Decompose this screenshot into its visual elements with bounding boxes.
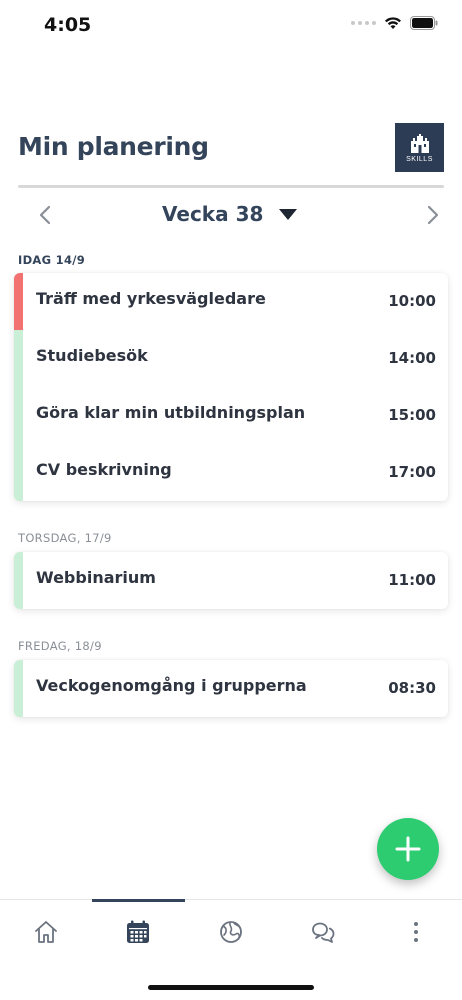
week-dropdown-button[interactable]: [278, 208, 298, 222]
event-title: Göra klar min utbildningsplan: [36, 403, 306, 422]
next-week-button[interactable]: [420, 202, 444, 228]
globe-icon: [220, 921, 242, 943]
more-icon: [414, 922, 418, 942]
event-row[interactable]: Träff med yrkesvägledare 10:00: [14, 273, 448, 330]
event-row[interactable]: Webbinarium 11:00: [14, 552, 448, 609]
calendar-icon: [127, 920, 149, 943]
status-icons: [351, 16, 438, 30]
event-status-stripe: [14, 273, 23, 330]
home-indicator: [148, 985, 314, 990]
tab-home[interactable]: [26, 914, 66, 950]
day-card-thursday: Webbinarium 11:00: [14, 552, 448, 609]
event-row[interactable]: CV beskrivning 17:00: [14, 444, 448, 501]
event-time: 17:00: [388, 463, 436, 481]
castle-icon: [410, 134, 429, 153]
tab-calendar[interactable]: [118, 914, 158, 950]
tab-chat[interactable]: [303, 914, 343, 950]
chat-icon: [312, 922, 335, 943]
caret-down-icon: [279, 209, 297, 220]
event-time: 14:00: [388, 349, 436, 367]
week-label[interactable]: Vecka 38: [162, 202, 263, 226]
chevron-right-icon: [427, 205, 439, 225]
battery-icon: [410, 16, 438, 30]
day-card-today: Träff med yrkesvägledare 10:00 Studiebes…: [14, 273, 448, 501]
signal-icon: [351, 21, 376, 25]
day-heading-thursday: TORSDAG, 17/9: [18, 531, 112, 545]
wifi-icon: [385, 17, 401, 29]
week-navigation: Vecka 38: [0, 196, 462, 234]
active-tab-indicator: [92, 899, 185, 902]
event-status-stripe: [14, 444, 23, 501]
event-row[interactable]: Veckogenomgång i grupperna 08:30: [14, 660, 448, 717]
logo-text: SKILLS: [406, 156, 433, 163]
event-time: 08:30: [388, 679, 436, 697]
event-time: 10:00: [388, 292, 436, 310]
event-time: 15:00: [388, 406, 436, 424]
event-time: 11:00: [388, 571, 436, 589]
plus-icon: [395, 836, 421, 862]
tab-globe[interactable]: [211, 914, 251, 950]
skills-logo: SKILLS: [395, 123, 444, 172]
day-card-friday: Veckogenomgång i grupperna 08:30: [14, 660, 448, 717]
header-divider: [18, 185, 444, 188]
day-heading-friday: FREDAG, 18/9: [18, 639, 102, 653]
event-status-stripe: [14, 660, 23, 717]
day-heading-today: IDAG 14/9: [18, 253, 86, 267]
status-bar: 4:05: [0, 0, 462, 50]
add-event-button[interactable]: [377, 818, 439, 880]
chevron-left-icon: [39, 205, 51, 225]
event-title: Webbinarium: [36, 568, 156, 587]
event-title: Veckogenomgång i grupperna: [36, 676, 307, 695]
event-status-stripe: [14, 387, 23, 444]
tab-more[interactable]: [396, 914, 436, 950]
event-title: Studiebesök: [36, 346, 148, 365]
event-title: Träff med yrkesvägledare: [36, 289, 266, 308]
status-time: 4:05: [44, 14, 92, 36]
event-status-stripe: [14, 330, 23, 387]
page-title: Min planering: [18, 132, 209, 161]
event-row[interactable]: Göra klar min utbildningsplan 15:00: [14, 387, 448, 444]
event-title: CV beskrivning: [36, 460, 172, 479]
event-row[interactable]: Studiebesök 14:00: [14, 330, 448, 387]
home-icon: [35, 921, 57, 943]
event-status-stripe: [14, 552, 23, 609]
previous-week-button[interactable]: [34, 202, 58, 228]
